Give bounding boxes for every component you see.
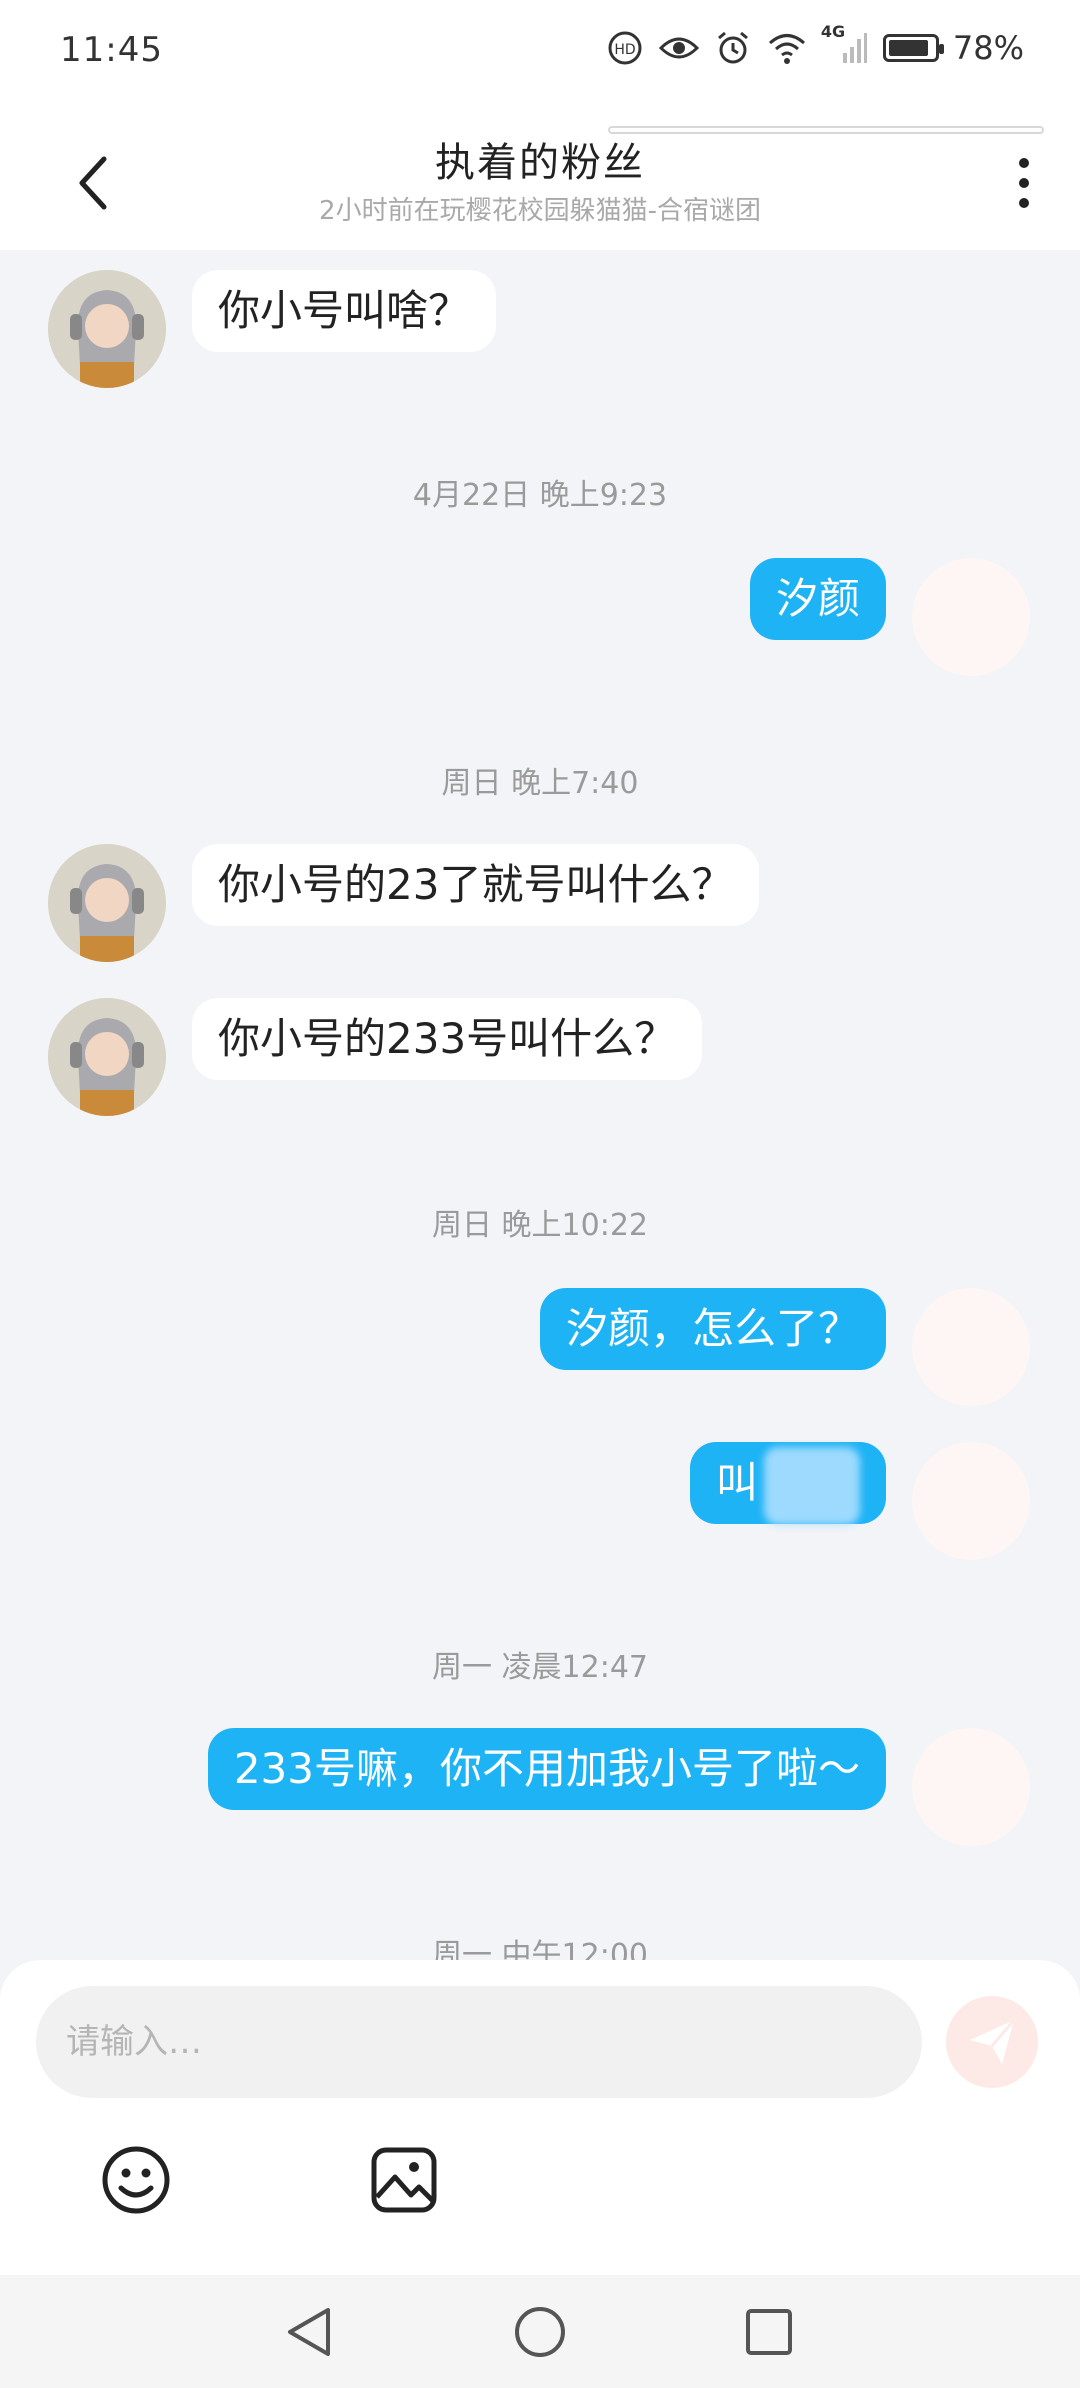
message-timestamp: 周一 中午12:00 [432,1938,648,1960]
more-vertical-icon [1019,158,1029,168]
alarm-icon [713,28,753,68]
chat-list[interactable]: 你小号叫啥？ 4月22日 晚上9:23 汐颜 周日 晚上7:40 你小号的23了… [0,250,1080,1960]
nav-recents-button[interactable] [734,2297,804,2367]
message-bubble-received[interactable]: 你小号的23了就号叫什么？ [192,844,760,926]
message-bubble-sent[interactable]: 233号嘛，你不用加我小号了啦～ [207,1728,886,1810]
square-recents-icon [746,2309,792,2355]
wifi-icon [767,28,807,68]
input-panel [0,1960,1080,2275]
nav-home-button[interactable] [505,2297,575,2367]
message-timestamp: 4月22日 晚上9:23 [412,478,668,513]
redacted-text [764,1446,860,1525]
eye-icon [658,28,699,68]
status-icons: HD 4G 78% [605,22,1024,68]
emoji-button[interactable] [96,2140,176,2220]
smiley-icon [102,2146,170,2214]
more-options-button[interactable] [994,148,1054,218]
network-type: 4G [820,22,846,41]
battery-icon [882,34,944,62]
chat-title: 执着的粉丝 [435,140,645,186]
circle-home-icon [515,2307,565,2357]
chat-subtitle: 2小时前在玩樱花校园躲猫猫-合宿谜团 [319,196,761,226]
message-bubble-sent[interactable]: 叫 [689,1442,886,1525]
message-text: 叫 [715,1458,758,1507]
avatar[interactable] [912,1442,1030,1560]
message-input[interactable] [36,1986,922,2098]
message-bubble-sent[interactable]: 汐颜 [749,558,886,640]
avatar[interactable] [48,844,166,962]
message-bubble-received[interactable]: 你小号的233号叫什么？ [192,998,703,1080]
triangle-back-icon [288,2308,330,2356]
send-button[interactable] [946,1996,1038,2088]
image-button[interactable] [364,2140,444,2220]
avatar[interactable] [912,1728,1030,1846]
message-bubble-sent[interactable]: 汐颜，怎么了？ [539,1288,886,1370]
status-bar: 11:45 HD 4G 78% [0,0,1080,110]
message-timestamp: 周一 凌晨12:47 [432,1650,648,1685]
status-time: 11:45 [60,30,163,70]
image-icon [371,2147,437,2213]
svg-text:HD: HD [614,42,635,58]
avatar[interactable] [48,998,166,1116]
avatar[interactable] [912,558,1030,676]
avatar[interactable] [48,270,166,388]
message-timestamp: 周日 晚上7:40 [441,766,639,801]
chat-header: 执着的粉丝 2小时前在玩樱花校园躲猫猫-合宿谜团 [0,110,1080,250]
battery-percent: 78% [952,29,1024,67]
message-timestamp: 周日 晚上10:22 [432,1208,648,1243]
hd-call-icon: HD [605,28,645,68]
system-nav-bar [0,2275,1080,2388]
signal-icon: 4G [821,22,869,68]
avatar[interactable] [912,1288,1030,1406]
nav-back-button[interactable] [274,2297,344,2367]
paper-plane-icon [970,2019,1016,2064]
message-bubble-received[interactable]: 你小号叫啥？ [192,270,497,352]
